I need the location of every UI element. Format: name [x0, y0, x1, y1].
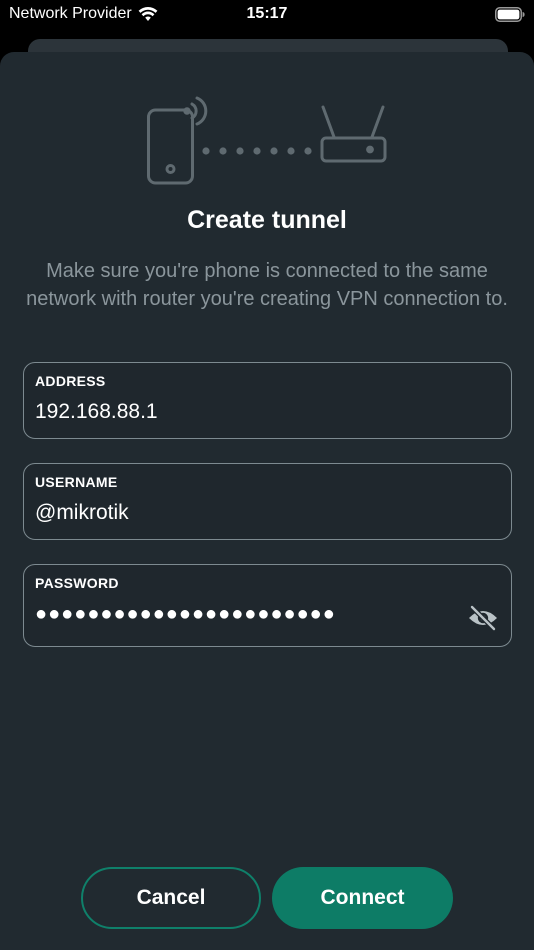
dialog-description: Make sure you're phone is connected to t… — [26, 260, 508, 310]
battery-icon — [495, 7, 525, 22]
password-label: PASSWORD — [35, 575, 119, 591]
password-input[interactable]: ●●●●●●●●●●●●●●●●●●●●●●● — [35, 603, 336, 626]
username-label: USERNAME — [35, 474, 118, 490]
address-label: ADDRESS — [35, 373, 106, 389]
connect-button-label: Connect — [320, 886, 405, 909]
address-field[interactable]: ADDRESS 192.168.88.1 — [23, 362, 512, 439]
status-bar: Network Provider 15:17 — [0, 0, 534, 30]
router-icon — [320, 105, 387, 163]
phone-icon — [147, 96, 208, 185]
connection-dots — [202, 147, 312, 155]
dialog-title: Create tunnel — [187, 206, 347, 234]
cancel-button[interactable]: Cancel — [81, 867, 261, 929]
phone-router-illustration — [147, 96, 387, 185]
address-input[interactable]: 192.168.88.1 — [35, 400, 158, 424]
eye-slash-icon[interactable] — [467, 605, 499, 631]
username-input[interactable]: @mikrotik — [35, 501, 129, 525]
password-field[interactable]: PASSWORD ●●●●●●●●●●●●●●●●●●●●●●● — [23, 564, 512, 647]
status-time: 15:17 — [246, 5, 288, 22]
cancel-button-label: Cancel — [136, 886, 206, 909]
screen: Network Provider 15:17 Create tunnel Mak… — [0, 0, 534, 950]
connect-button[interactable]: Connect — [272, 867, 453, 929]
username-field[interactable]: USERNAME @mikrotik — [23, 463, 512, 540]
create-tunnel-sheet: Create tunnel Make sure you're phone is … — [0, 52, 534, 950]
